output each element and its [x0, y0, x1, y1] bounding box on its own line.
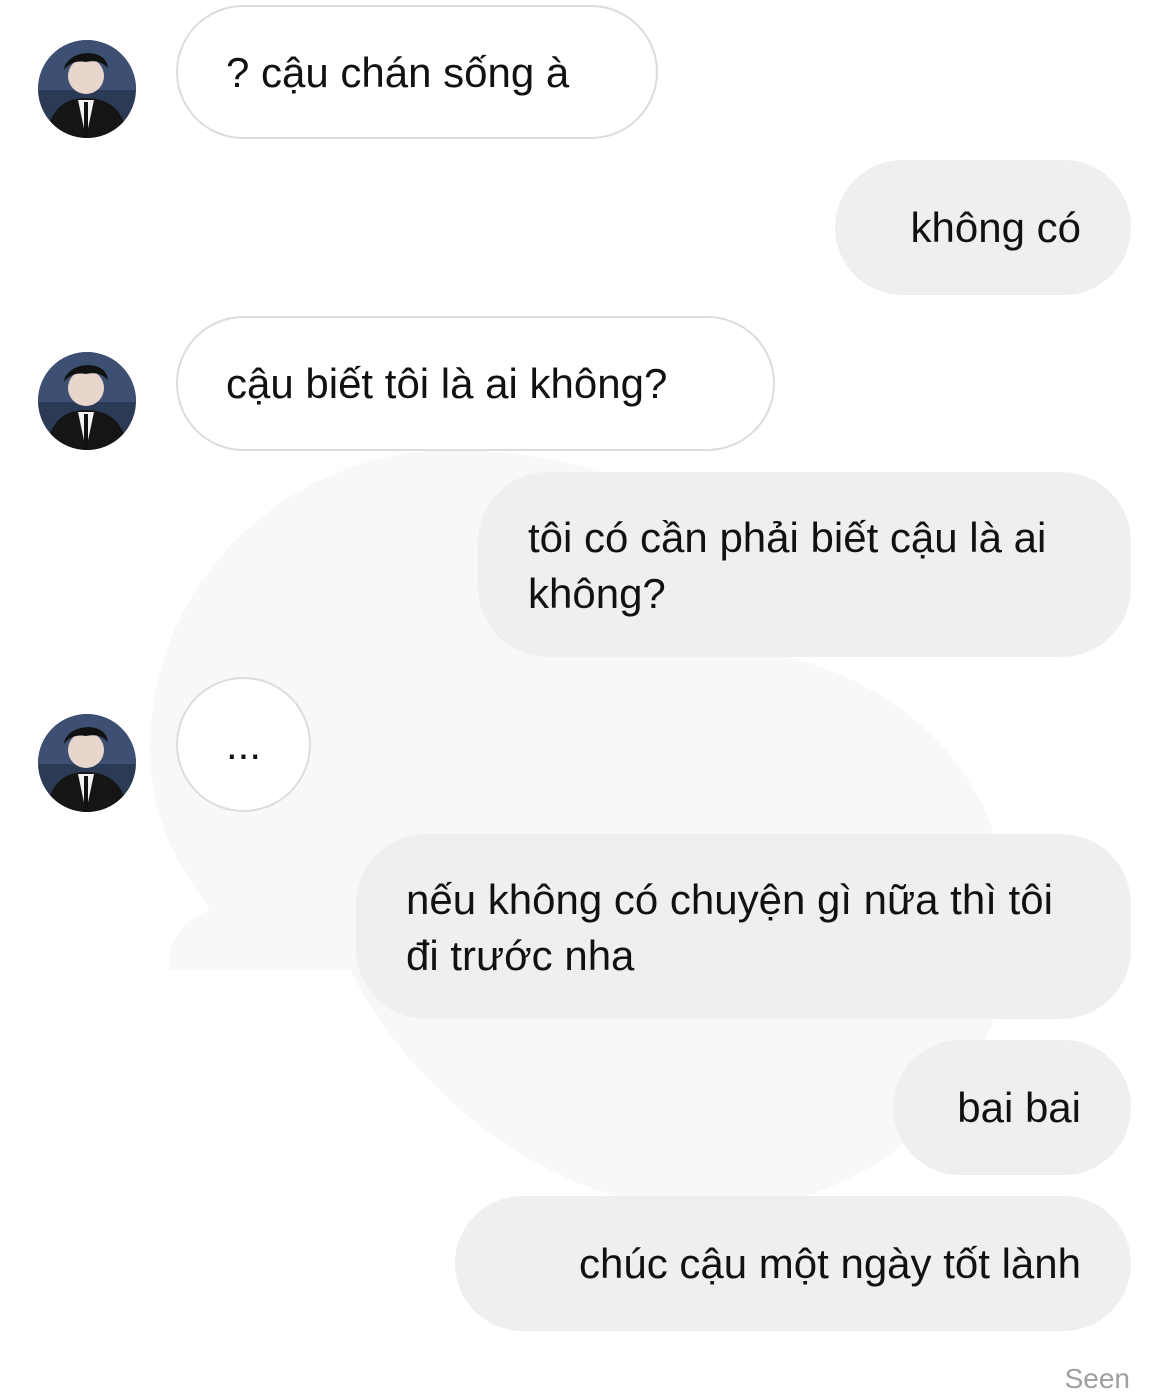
avatar-photo-icon	[38, 40, 136, 138]
message-text: tôi có cần phải biết cậu là ai không?	[528, 514, 1047, 617]
message-text: không có	[910, 204, 1081, 251]
message-text: cậu biết tôi là ai không?	[226, 360, 668, 407]
sender-avatar[interactable]	[38, 352, 136, 450]
message-text: nếu không có chuyện gì nữa thì tôi đi tr…	[406, 876, 1053, 979]
message-bubble-outgoing[interactable]: bai bai	[893, 1040, 1131, 1175]
message-bubble-outgoing[interactable]: chúc cậu một ngày tốt lành	[455, 1196, 1131, 1331]
message-bubble-incoming[interactable]: ...	[176, 677, 311, 812]
avatar-photo-icon	[38, 352, 136, 450]
avatar-photo-icon	[38, 714, 136, 812]
message-bubble-outgoing[interactable]: nếu không có chuyện gì nữa thì tôi đi tr…	[356, 834, 1131, 1019]
sender-avatar[interactable]	[38, 40, 136, 138]
message-bubble-outgoing[interactable]: tôi có cần phải biết cậu là ai không?	[478, 472, 1131, 657]
message-text: ...	[225, 721, 261, 768]
sender-avatar[interactable]	[38, 714, 136, 812]
message-bubble-outgoing[interactable]: không có	[835, 160, 1131, 295]
message-text: ? cậu chán sống à	[226, 49, 570, 96]
message-bubble-incoming[interactable]: ? cậu chán sống à	[176, 5, 658, 139]
seen-status: Seen	[1064, 1363, 1130, 1394]
message-bubble-incoming[interactable]: cậu biết tôi là ai không?	[176, 316, 775, 451]
message-text: chúc cậu một ngày tốt lành	[579, 1240, 1081, 1287]
message-text: bai bai	[957, 1084, 1081, 1131]
